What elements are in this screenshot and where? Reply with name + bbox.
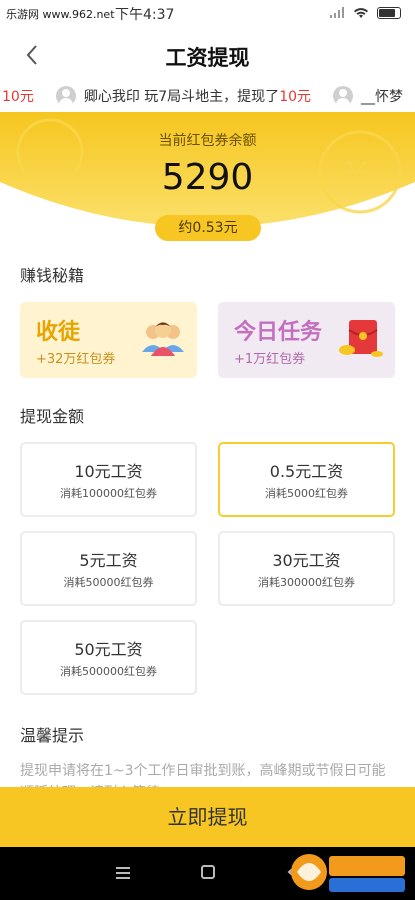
page-title: 工资提现 [165, 46, 250, 70]
recruit-card-subtitle: +32万红包券 [36, 352, 116, 367]
amount-option-cost: 消耗100000红包券 [60, 487, 157, 500]
balance-approx-badge: 约0.53元 [155, 215, 261, 241]
red-envelope-icon [339, 320, 383, 357]
amount-option-title: 0.5元工资 [269, 462, 344, 481]
amount-option-10[interactable]: 10元工资 消耗100000红包券 [20, 442, 197, 517]
amount-option-cost: 消耗500000红包券 [60, 665, 157, 678]
ticker-item: 卿心我印 玩7局斗地主，提现了 10元 [55, 86, 312, 106]
recruit-card-title: 收徒 [36, 320, 81, 345]
wifi-icon [354, 8, 368, 18]
ticker-item: 了10元 [0, 86, 34, 106]
system-nav-bar [0, 847, 415, 900]
amount-option-title: 30元工资 [272, 551, 341, 570]
watermark-text: 乐游网 www.962.net [6, 8, 115, 21]
news-ticker: 了10元 卿心我印 玩7局斗地主，提现了10元 __怀梦 [0, 80, 415, 112]
nav-bar: 工资提现 [0, 30, 415, 80]
daily-task-card-title: 今日任务 [234, 320, 323, 345]
amount-option-title: 50元工资 [74, 640, 143, 659]
balance-panel: ¥ 当前红包券余额 5290 约0.53元 [0, 112, 415, 252]
amount-option-5[interactable]: 5元工资 消耗50000红包券 [20, 531, 197, 606]
avatar [55, 86, 76, 106]
amount-option-cost: 消耗50000红包券 [63, 576, 154, 589]
daily-task-card-subtitle: +1万红包券 [234, 352, 306, 367]
status-icons [329, 7, 401, 19]
ticker-text: 卿心我印 玩7局斗地主，提现了 [83, 89, 280, 105]
amount-option-cost: 消耗5000红包券 [265, 487, 348, 500]
daily-task-card[interactable]: 今日任务 +1万红包券 [218, 302, 395, 378]
people-icon [142, 322, 184, 356]
status-time: 下午4:37 [115, 7, 175, 23]
ticker-amount: 10元 [279, 89, 312, 105]
amount-option-title: 10元工资 [74, 462, 143, 481]
ticker-text: __怀梦 [361, 89, 404, 105]
menu-icon[interactable] [116, 867, 130, 879]
amount-option-0-5[interactable]: 0.5元工资 消耗5000红包券 [218, 442, 395, 517]
status-bar: 乐游网 www.962.net 下午4:37 [0, 0, 415, 30]
tips-title: 温馨提示 [20, 726, 85, 745]
ticker-item: __怀梦 [333, 86, 403, 106]
signal-icon [330, 7, 344, 18]
earn-section-title: 赚钱秘籍 [20, 266, 85, 285]
withdraw-now-button[interactable]: 立即提现 [0, 787, 415, 847]
balance-amount: 5290 [161, 157, 254, 198]
amount-option-30[interactable]: 30元工资 消耗300000红包券 [218, 531, 395, 606]
watermark-logo [291, 854, 405, 892]
balance-label: 当前红包券余额 [158, 133, 257, 149]
amount-option-50[interactable]: 50元工资 消耗500000红包券 [20, 620, 197, 695]
ticker-amount: 了10元 [0, 89, 34, 105]
amount-option-title: 5元工资 [79, 551, 138, 570]
withdraw-section-title: 提现金额 [20, 407, 85, 426]
battery-icon [377, 7, 401, 19]
recruit-card[interactable]: 收徒 +32万红包券 [20, 302, 197, 378]
avatar [333, 86, 354, 106]
home-icon[interactable] [201, 865, 215, 879]
amount-option-cost: 消耗300000红包券 [258, 576, 355, 589]
